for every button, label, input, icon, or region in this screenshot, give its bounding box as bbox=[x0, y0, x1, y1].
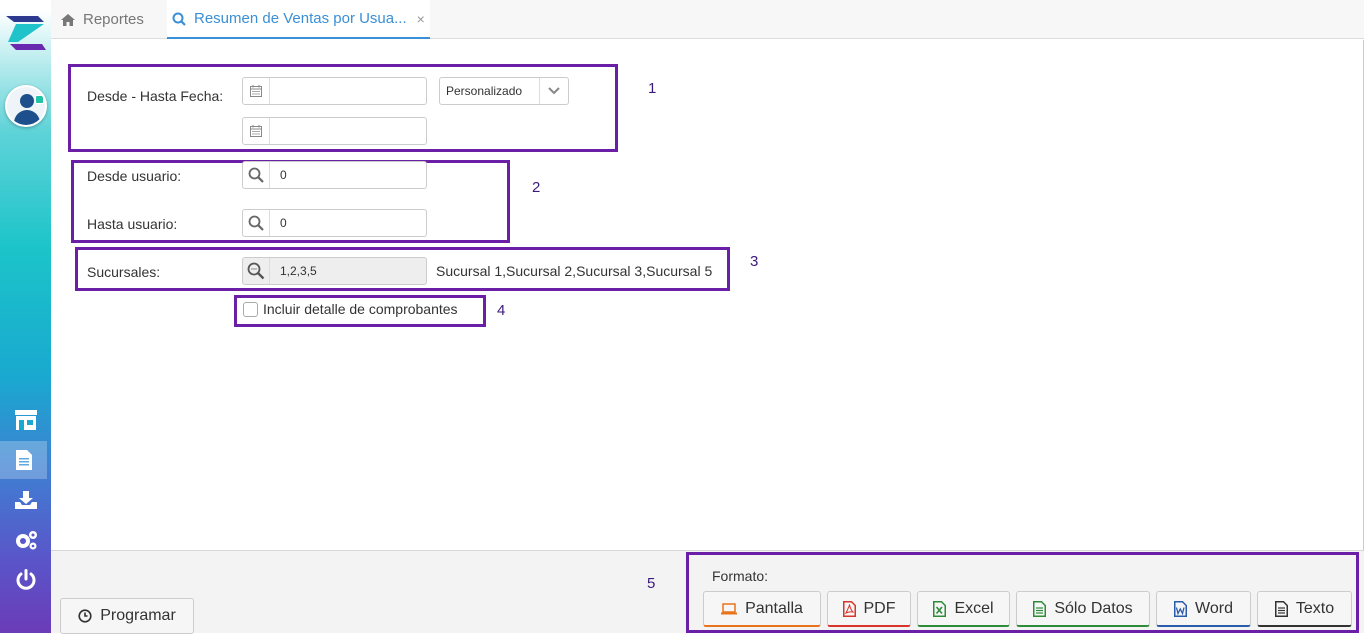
excel-button-label: Excel bbox=[954, 599, 994, 617]
text-file-icon bbox=[1274, 600, 1288, 617]
close-tab-icon[interactable]: × bbox=[417, 11, 425, 27]
sidebar-power-icon[interactable] bbox=[0, 561, 51, 599]
from-user-value: 0 bbox=[280, 168, 287, 182]
tab-resumen-ventas[interactable]: Resumen de Ventas por Usua... × bbox=[167, 0, 430, 39]
period-select-value: Personalizado bbox=[446, 84, 523, 98]
user-avatar[interactable] bbox=[5, 85, 47, 127]
branches-label: Sucursales: bbox=[87, 264, 161, 280]
app-logo[interactable] bbox=[4, 12, 48, 54]
search-icon[interactable] bbox=[243, 210, 270, 236]
sidebar bbox=[0, 0, 51, 633]
detail-checkbox-label[interactable]: Incluir detalle de comprobantes bbox=[263, 301, 458, 317]
text-button-label: Texto bbox=[1295, 599, 1335, 617]
screen-button[interactable]: Pantalla bbox=[703, 591, 821, 627]
to-user-value: 0 bbox=[280, 216, 287, 230]
annotation-2: 2 bbox=[532, 179, 541, 196]
chevron-down-icon bbox=[539, 78, 568, 104]
schedule-button[interactable]: Programar bbox=[60, 598, 194, 634]
word-icon bbox=[1174, 600, 1188, 617]
from-user-label: Desde usuario: bbox=[87, 168, 182, 184]
annotation-5: 5 bbox=[647, 575, 656, 592]
tab-label: Reportes bbox=[83, 11, 144, 28]
pdf-button[interactable]: PDF bbox=[827, 591, 911, 627]
excel-button[interactable]: Excel bbox=[917, 591, 1010, 627]
data-file-icon bbox=[1033, 600, 1047, 617]
branches-value: 1,2,3,5 bbox=[280, 264, 317, 278]
period-select[interactable]: Personalizado bbox=[439, 77, 569, 105]
sidebar-reports-icon[interactable] bbox=[0, 441, 47, 479]
format-label: Formato: bbox=[712, 568, 769, 584]
excel-icon bbox=[933, 600, 947, 617]
multi-search-icon[interactable] bbox=[243, 258, 270, 284]
data-only-button-label: Sólo Datos bbox=[1054, 599, 1133, 617]
branches-field[interactable]: 1,2,3,5 bbox=[242, 257, 427, 285]
sidebar-download-icon[interactable] bbox=[0, 481, 51, 519]
schedule-button-label: Programar bbox=[100, 607, 176, 624]
to-user-label: Hasta usuario: bbox=[87, 216, 178, 232]
search-icon[interactable] bbox=[243, 162, 270, 188]
annotation-4: 4 bbox=[497, 302, 506, 319]
clock-icon bbox=[78, 609, 92, 623]
annotation-1: 1 bbox=[648, 80, 657, 97]
from-user-field[interactable]: 0 bbox=[242, 161, 427, 189]
tab-reportes[interactable]: Reportes bbox=[61, 0, 144, 39]
word-button[interactable]: Word bbox=[1156, 591, 1251, 627]
data-only-button[interactable]: Sólo Datos bbox=[1016, 591, 1150, 627]
to-user-field[interactable]: 0 bbox=[242, 209, 427, 237]
sidebar-store-icon[interactable] bbox=[0, 401, 51, 439]
tab-bar: Reportes Resumen de Ventas por Usua... × bbox=[51, 0, 1364, 39]
date-range-label: Desde - Hasta Fecha: bbox=[87, 88, 224, 104]
sidebar-settings-icon[interactable] bbox=[0, 521, 51, 559]
pdf-button-label: PDF bbox=[863, 599, 896, 617]
date-from-field[interactable] bbox=[242, 77, 427, 105]
word-button-label: Word bbox=[1195, 599, 1233, 617]
search-icon bbox=[172, 12, 186, 26]
date-to-field[interactable] bbox=[242, 117, 427, 145]
calendar-icon[interactable] bbox=[243, 78, 270, 104]
home-icon bbox=[61, 13, 75, 26]
screen-button-label: Pantalla bbox=[745, 599, 803, 617]
annotation-3: 3 bbox=[750, 253, 759, 270]
calendar-icon[interactable] bbox=[243, 118, 270, 144]
pdf-icon bbox=[842, 600, 856, 617]
detail-checkbox[interactable] bbox=[243, 302, 258, 317]
text-button[interactable]: Texto bbox=[1257, 591, 1352, 627]
branches-description: Sucursal 1,Sucursal 2,Sucursal 3,Sucursa… bbox=[436, 263, 713, 279]
tab-label: Resumen de Ventas por Usua... bbox=[194, 10, 407, 27]
lock-icon bbox=[35, 95, 44, 104]
monitor-icon bbox=[721, 602, 738, 615]
